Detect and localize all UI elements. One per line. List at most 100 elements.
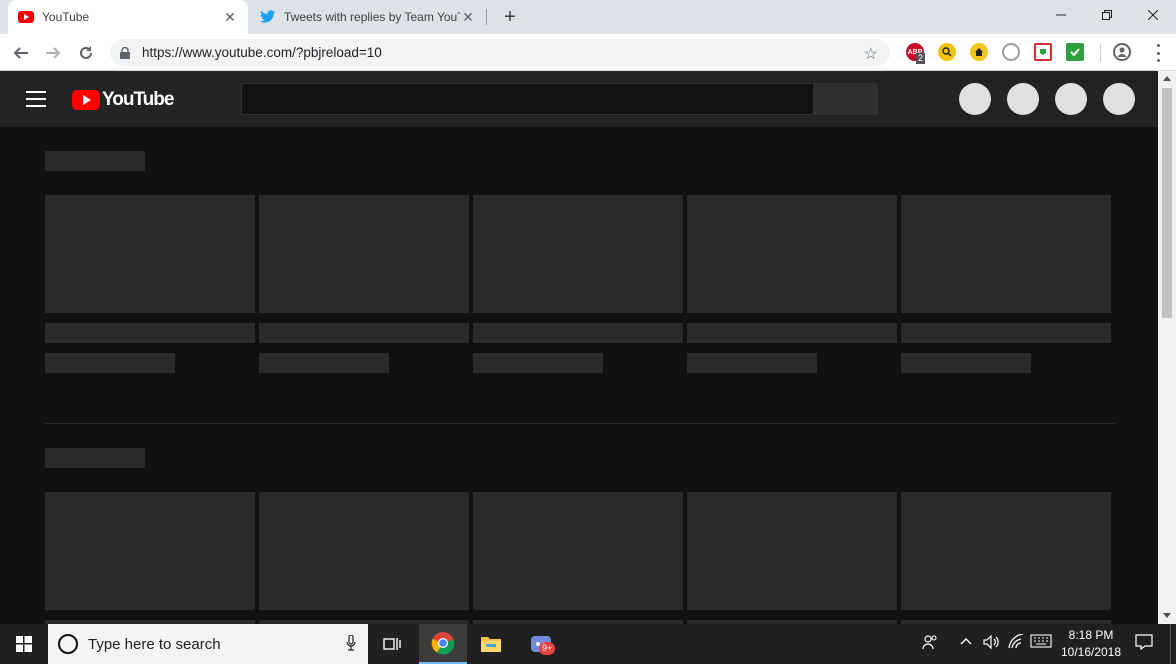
browser-tab-strip: YouTube ✕ Tweets with replies by Team Yo… [0,0,1176,34]
bookmark-star-icon[interactable]: ☆ [864,44,878,64]
adblock-count-badge: 2 [916,53,926,64]
video-thumbnail-placeholder[interactable] [687,492,897,610]
action-center-icon[interactable] [1135,634,1153,653]
youtube-favicon-icon [18,11,34,23]
start-button[interactable] [0,624,48,664]
video-title-placeholder [259,323,469,343]
search-placeholder: Type here to search [88,635,221,653]
restore-button[interactable] [1084,0,1130,30]
back-button[interactable] [8,40,34,66]
taskbar-file-explorer[interactable] [467,624,515,664]
windows-taskbar: Type here to search 9+ 8:18 PM 10/16/201… [0,624,1176,664]
video-thumbnail-placeholder[interactable] [259,492,469,610]
people-icon[interactable] [922,634,938,653]
windows-logo-icon [16,636,32,652]
video-thumbnail-placeholder[interactable] [901,492,1111,610]
video-meta-placeholder [259,353,389,373]
arrow-right-icon [46,47,61,59]
video-thumbnail-placeholder[interactable] [687,195,897,313]
folder-icon [481,637,501,652]
video-title-placeholder [687,323,897,343]
restore-icon [1102,10,1112,20]
youtube-logo[interactable]: YouTube [72,89,174,111]
tab-youtube[interactable]: YouTube ✕ [8,0,248,34]
lock-icon [120,46,134,60]
close-icon [1148,10,1158,20]
clock-time: 8:18 PM [1068,628,1114,642]
close-tab-icon[interactable]: ✕ [222,9,238,25]
video-thumbnail-placeholder[interactable] [901,195,1111,313]
section-heading-placeholder [45,448,145,468]
video-thumbnail-placeholder[interactable] [45,492,255,610]
home-extension-icon[interactable] [970,43,988,61]
logo-wordmark: YouTube [102,89,174,110]
video-thumbnail-placeholder[interactable] [259,195,469,313]
taskbar-discord[interactable]: 9+ [517,624,565,664]
taskbar-search-box[interactable]: Type here to search [48,624,368,664]
scrollbar-thumb[interactable] [1162,88,1172,318]
search-button-placeholder[interactable] [813,83,878,115]
page-scrollbar[interactable] [1158,71,1176,624]
search-input-placeholder[interactable] [241,83,814,115]
video-thumbnail-placeholder[interactable] [473,492,683,610]
video-title-placeholder [473,323,683,343]
video-meta-placeholder [473,353,603,373]
magnifier-extension-icon[interactable] [938,43,956,61]
keyboard-icon[interactable] [1030,634,1052,651]
avatar-placeholder[interactable] [1103,83,1135,115]
section-heading-placeholder [45,151,145,171]
check-extension-icon[interactable] [1066,43,1084,61]
task-view-button[interactable] [368,624,416,664]
task-view-icon [383,638,401,650]
system-clock[interactable]: 8:18 PM 10/16/2018 [1052,627,1130,661]
video-title-placeholder [901,323,1111,343]
masthead-button-placeholder[interactable] [959,83,991,115]
browser-toolbar: https://www.youtube.com/?pbjreload=10 ☆ … [0,34,1176,71]
youtube-page: YouTube [0,71,1158,624]
content-skeleton [0,127,1158,624]
minimize-button[interactable] [1038,0,1084,30]
toolbar-divider [1100,44,1101,62]
chrome-icon [431,632,455,655]
tab-title: Tweets with replies by Team YouT [284,10,460,24]
video-thumbnail-placeholder[interactable] [473,195,683,313]
masthead-button-placeholder[interactable] [1055,83,1087,115]
arrow-left-icon [13,47,28,59]
twitter-favicon-icon [260,10,276,23]
new-tab-button[interactable]: + [498,5,522,29]
shield-extension-icon[interactable] [1034,43,1052,61]
video-thumbnail-placeholder[interactable] [45,195,255,313]
chevron-up-icon[interactable] [959,634,973,651]
show-desktop-button[interactable] [1170,624,1171,664]
reload-button[interactable] [73,40,99,66]
wifi-icon[interactable] [1008,633,1026,653]
video-meta-placeholder [45,353,175,373]
tab-title: YouTube [42,10,90,24]
url-text: https://www.youtube.com/?pbjreload=10 [142,45,382,60]
forward-button[interactable] [40,40,66,66]
scroll-down-arrow-icon[interactable] [1163,613,1171,618]
masthead-button-placeholder[interactable] [1007,83,1039,115]
headphones-extension-icon[interactable] [1002,43,1020,61]
clock-date: 10/16/2018 [1060,645,1122,659]
scroll-up-arrow-icon[interactable] [1163,76,1171,81]
taskbar-chrome[interactable] [419,624,467,664]
minimize-icon [1056,14,1066,16]
video-title-placeholder [45,323,255,343]
profile-icon[interactable] [1113,43,1131,61]
video-meta-placeholder [687,353,817,373]
microphone-icon[interactable] [346,635,356,651]
tab-separator [486,9,487,25]
volume-icon[interactable] [983,634,1001,653]
close-window-button[interactable] [1130,0,1176,30]
reload-icon [80,46,92,59]
section-divider [45,423,1115,424]
tab-twitter[interactable]: Tweets with replies by Team YouT ✕ [250,0,486,34]
address-bar[interactable]: https://www.youtube.com/?pbjreload=10 ☆ [110,39,890,66]
masthead: YouTube [0,71,1158,127]
menu-kebab-icon[interactable] [1150,44,1166,62]
discord-notification-badge: 9+ [539,642,556,655]
guide-menu-button[interactable] [26,91,46,107]
youtube-play-icon [72,90,100,110]
close-tab-icon[interactable]: ✕ [460,9,476,25]
